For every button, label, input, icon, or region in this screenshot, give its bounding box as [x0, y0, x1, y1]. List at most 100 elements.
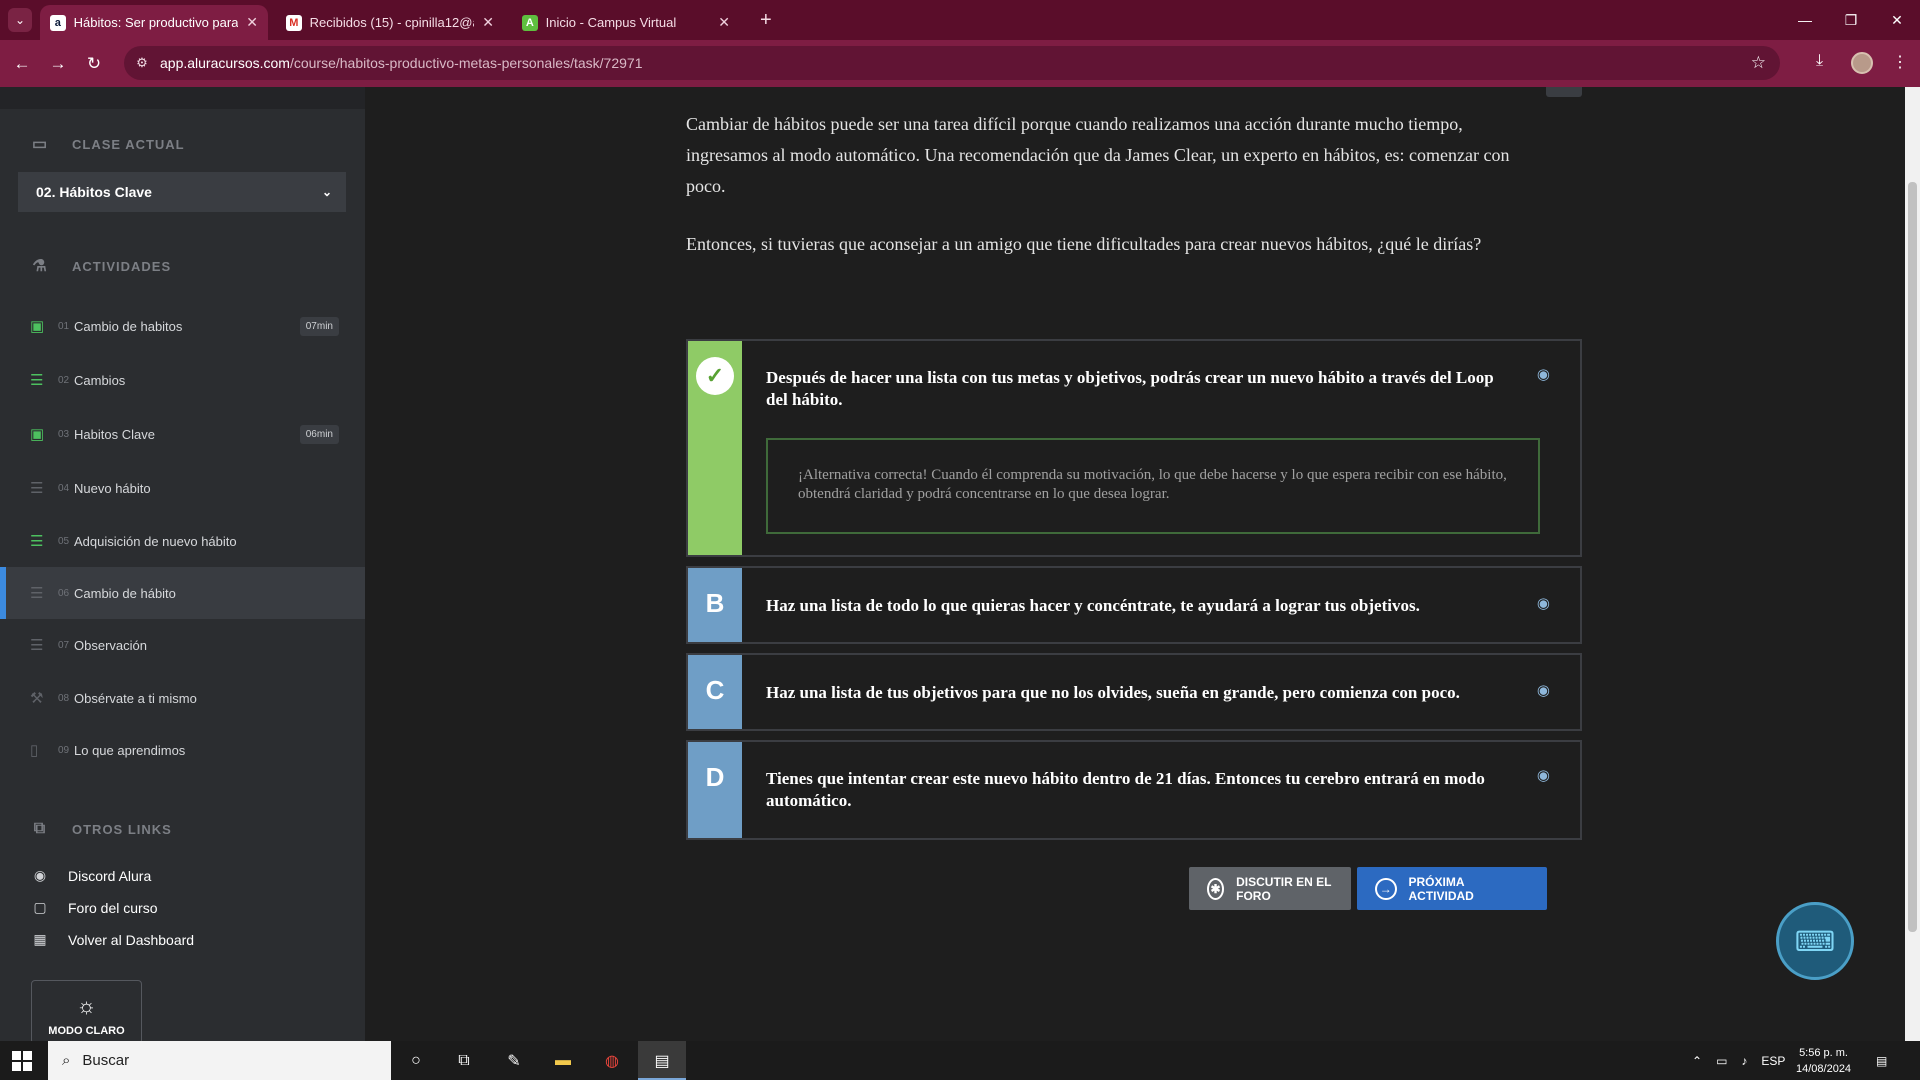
address-bar[interactable]: ⚙ app.aluracursos.com/course/habitos-pro… [124, 46, 1780, 80]
volume-icon[interactable]: ♪ [1741, 1054, 1747, 1068]
activity-item-08[interactable]: ⚒ 08 Obsérvate a ti mismo [0, 672, 365, 724]
page-scrollbar[interactable] [1905, 87, 1920, 1041]
option-text: Haz una lista de tus objetivos para que … [766, 683, 1460, 702]
discord-link[interactable]: ◉ Discord Alura [30, 867, 151, 884]
activity-number: 04 [58, 482, 70, 494]
activity-item-01[interactable]: ▣ 01 Cambio de habitos 07min [0, 300, 365, 352]
lifebuoy-icon: ✱ [1207, 877, 1225, 900]
activity-label: Lo que aprendimos [74, 742, 186, 758]
campus-favicon-icon: A [522, 14, 538, 31]
more-menu-icon[interactable]: ⋮ [1892, 52, 1908, 72]
chrome-icon[interactable]: ◍ [600, 1049, 624, 1073]
tab-search-button[interactable]: ⌄ [8, 8, 32, 32]
answer-option-c[interactable]: C Haz una lista de tus objetivos para qu… [686, 653, 1582, 731]
answer-option-b[interactable]: B Haz una lista de todo lo que quieras h… [686, 566, 1582, 644]
clock-date: 14/08/2024 [1796, 1063, 1852, 1075]
new-tab-button[interactable]: + [760, 9, 772, 32]
current-class-label: CLASE ACTUAL [72, 136, 185, 152]
activity-number: 01 [58, 320, 70, 332]
activities-section: ⚗ ACTIVIDADES [30, 256, 171, 276]
network-icon[interactable]: ▭ [1716, 1054, 1727, 1068]
url-text[interactable]: app.aluracursos.com/course/habitos-produ… [160, 55, 642, 71]
activity-label: Observación [74, 637, 147, 653]
taskbar-search[interactable]: ⌕ Buscar [48, 1041, 391, 1080]
search-icon: ⌕ [62, 1052, 71, 1069]
gmail-favicon-icon: M [286, 14, 302, 31]
option-letter: B [688, 568, 742, 642]
task-view-icon[interactable]: ⧉ [452, 1049, 476, 1073]
discuss-forum-button[interactable]: ✱ DISCUTIR EN EL FORO [1189, 867, 1351, 910]
video-icon: ▣ [30, 426, 45, 443]
paint-icon[interactable]: ✎ [502, 1049, 526, 1073]
close-window-icon[interactable]: ✕ [1874, 0, 1920, 40]
site-info-icon[interactable]: ⚙ [124, 55, 160, 71]
top-collapse-button[interactable] [1546, 87, 1582, 97]
search-placeholder: Buscar [82, 1052, 130, 1069]
minimize-icon[interactable]: — [1782, 0, 1828, 40]
light-mode-toggle[interactable]: ☼ MODO CLARO [31, 980, 142, 1044]
eye-icon[interactable]: ◉ [1537, 681, 1550, 699]
list-icon: ☰ [30, 372, 44, 389]
notifications-icon[interactable]: ▤ [1876, 1041, 1887, 1080]
activity-item-09[interactable]: ▯ 09 Lo que aprendimos [0, 724, 365, 776]
activity-label: Obsérvate a ti mismo [74, 690, 197, 706]
activity-number: 08 [58, 692, 70, 704]
scrollbar-thumb[interactable] [1908, 182, 1917, 932]
forum-button-label: DISCUTIR EN EL FORO [1236, 874, 1332, 903]
browser-toolbar: ← → ↻ ⚙ app.aluracursos.com/course/habit… [0, 40, 1920, 87]
sun-icon: ☼ [76, 993, 97, 1018]
window-controls: — ❐ ✕ [1782, 0, 1920, 40]
close-icon[interactable]: ✕ [482, 14, 494, 31]
url-path: /course/habitos-productivo-metas-persona… [289, 55, 643, 71]
activity-item-04[interactable]: ☰ 04 Nuevo hábito [0, 462, 365, 514]
answer-option-a[interactable]: ✓ Después de hacer una lista con tus met… [686, 339, 1582, 557]
taskbar-clock[interactable]: 5:56 p. m. 14/08/2024 [1796, 1045, 1851, 1077]
current-class-dropdown[interactable]: 02. Hábitos Clave ⌄ [18, 172, 346, 212]
restore-icon[interactable]: ❐ [1828, 0, 1874, 40]
activity-item-06[interactable]: ☰ 06 Cambio de hábito [0, 567, 365, 619]
forward-icon[interactable]: → [46, 52, 70, 76]
answer-option-d[interactable]: D Tienes que intentar crear este nuevo h… [686, 740, 1582, 840]
reload-icon[interactable]: ↻ [82, 52, 106, 76]
list-icon: ☰ [30, 533, 44, 550]
activity-label: Cambios [74, 372, 126, 388]
close-icon[interactable]: ✕ [246, 14, 258, 31]
other-links-section: ⧉ OTROS LINKS [30, 819, 172, 839]
windows-taskbar: ⌕ Buscar ○ ⧉ ✎ ▬ ◍ ▤ ⌃ ▭ ♪ ESP 5:56 p. m… [0, 1041, 1920, 1080]
windows-start-icon[interactable] [12, 1051, 32, 1071]
cortana-icon[interactable]: ○ [404, 1049, 428, 1073]
profile-avatar[interactable] [1851, 52, 1873, 74]
activity-number: 05 [58, 535, 70, 547]
book-icon: ▯ [30, 742, 39, 759]
eye-icon[interactable]: ◉ [1537, 365, 1550, 383]
tab-gmail[interactable]: M Recibidos (15) - cpinilla12@are ✕ [276, 5, 504, 40]
back-icon[interactable]: ← [10, 52, 34, 76]
option-text: Haz una lista de todo lo que quieras hac… [766, 596, 1420, 615]
close-icon[interactable]: ✕ [718, 14, 730, 31]
forum-link[interactable]: ▢ Foro del curso [30, 899, 157, 916]
file-explorer-icon[interactable]: ▬ [551, 1049, 575, 1073]
sidebar-top-strip [0, 87, 365, 109]
language-indicator[interactable]: ESP [1761, 1054, 1785, 1068]
activity-number: 06 [58, 587, 70, 599]
tab-campus-virtual[interactable]: A Inicio - Campus Virtual ✕ [512, 5, 740, 40]
current-class-value: 02. Hábitos Clave [36, 184, 152, 200]
eye-icon[interactable]: ◉ [1537, 766, 1550, 784]
tab-habitos[interactable]: a Hábitos: Ser productivo para cu ✕ [40, 5, 268, 40]
option-text: Tienes que intentar crear este nuevo háb… [766, 769, 1485, 810]
assistant-chat-icon[interactable]: ⌨ [1776, 902, 1854, 980]
activity-item-07[interactable]: ☰ 07 Observación [0, 619, 365, 671]
activity-item-02[interactable]: ☰ 02 Cambios [0, 354, 365, 406]
activity-item-05[interactable]: ☰ 05 Adquisición de nuevo hábito [0, 515, 365, 567]
active-app-button[interactable]: ▤ [638, 1041, 686, 1080]
bookmark-star-icon[interactable]: ☆ [1751, 53, 1766, 73]
next-activity-button[interactable]: → PRÓXIMA ACTIVIDAD [1357, 867, 1547, 910]
chevron-up-icon[interactable]: ⌃ [1692, 1054, 1702, 1068]
eye-icon[interactable]: ◉ [1537, 594, 1550, 612]
activity-label: Adquisición de nuevo hábito [74, 533, 237, 549]
activity-item-03[interactable]: ▣ 03 Habitos Clave 06min [0, 408, 365, 460]
download-icon[interactable]: ⤓ [1816, 52, 1823, 70]
dashboard-link[interactable]: ▦ Volver al Dashboard [30, 931, 194, 948]
copy-icon: ⧉ [33, 820, 47, 837]
course-sidebar: ▭ CLASE ACTUAL 02. Hábitos Clave ⌄ ⚗ ACT… [0, 87, 365, 1044]
